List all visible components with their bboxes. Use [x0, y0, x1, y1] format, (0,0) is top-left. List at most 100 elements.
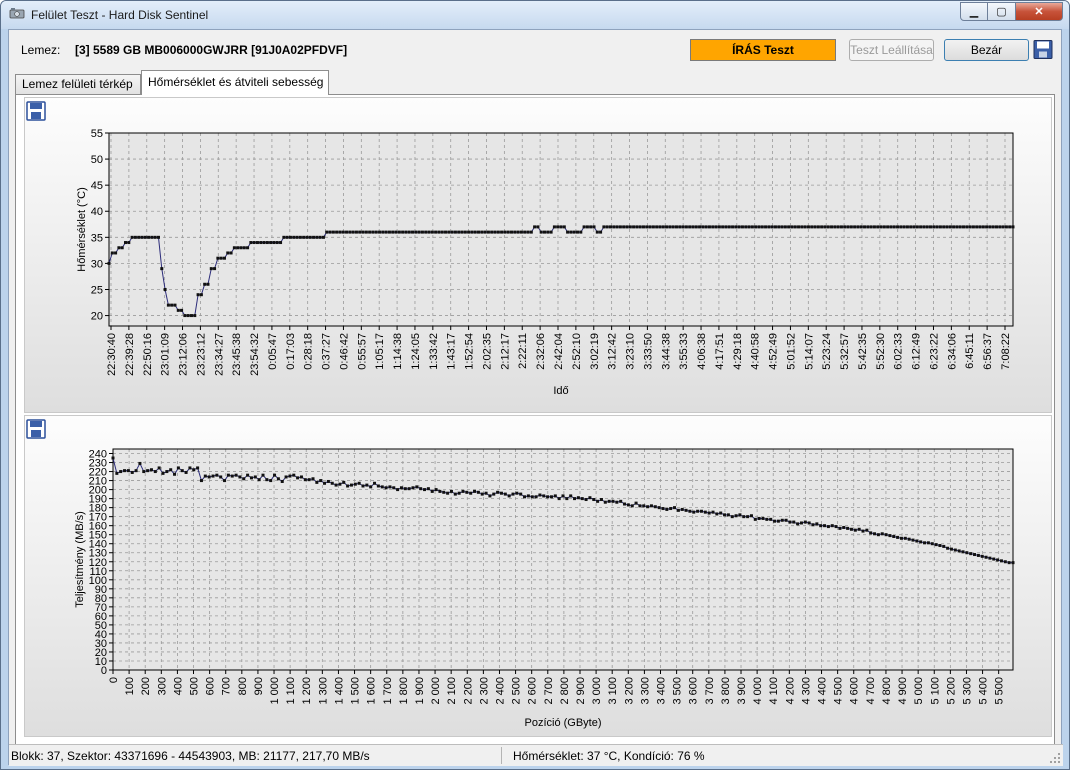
x-tick-label: 3 900 [736, 677, 748, 705]
tab-label: Hőmérséklet és átviteli sebesség [148, 75, 324, 89]
y-tick-label: 25 [91, 284, 103, 296]
y-tick-label: 20 [91, 311, 103, 323]
data-point [834, 525, 838, 529]
data-point [934, 543, 938, 547]
data-point [335, 230, 339, 234]
data-point [307, 478, 311, 482]
data-point [923, 541, 927, 545]
minimize-button[interactable]: ▁ [960, 2, 988, 21]
data-point [688, 225, 692, 229]
data-point [833, 225, 837, 229]
data-point [645, 225, 649, 229]
data-point [143, 235, 147, 239]
data-point [440, 230, 444, 234]
data-point [346, 484, 350, 488]
data-point [793, 225, 797, 229]
x-tick-label: 5 100 [929, 677, 941, 705]
floppy-disk-icon[interactable] [1033, 39, 1053, 60]
data-point [704, 225, 708, 229]
data-point [384, 486, 388, 490]
data-point [719, 511, 723, 515]
data-point [330, 481, 334, 485]
data-point [539, 230, 543, 234]
data-point [211, 474, 215, 478]
data-point [595, 230, 599, 234]
data-point [623, 502, 627, 506]
data-point [813, 225, 817, 229]
data-point [803, 225, 807, 229]
data-point [942, 225, 946, 229]
x-tick-label: 5:14:07 [803, 333, 815, 370]
title-bar[interactable]: Felület Teszt - Hard Disk Sentinel ▁ ▢ ✕ [1, 1, 1069, 29]
data-point [199, 479, 203, 483]
data-point [872, 225, 876, 229]
data-point [562, 225, 566, 229]
data-point [711, 225, 715, 229]
data-point [1007, 561, 1011, 565]
data-point [553, 494, 557, 498]
x-tick-label: 4 400 [817, 677, 829, 705]
status-temperature-condition: Hőmérséklet: 37 °C, Kondíció: 76 % [513, 749, 705, 763]
data-point [120, 246, 124, 250]
data-point [699, 509, 703, 513]
data-point [975, 225, 979, 229]
data-point [607, 499, 611, 503]
data-point [119, 470, 123, 474]
data-point [465, 490, 469, 494]
data-point [516, 230, 520, 234]
data-point [816, 225, 820, 229]
data-point [533, 225, 537, 229]
data-point [107, 261, 111, 265]
stop-test-button[interactable]: Teszt Leállítása [849, 39, 934, 61]
data-point [980, 554, 984, 558]
data-point [865, 528, 869, 532]
data-point [138, 461, 142, 465]
data-point [530, 495, 534, 499]
data-point [473, 230, 477, 234]
data-point [319, 479, 323, 483]
data-point [215, 473, 219, 477]
maximize-button[interactable]: ▢ [988, 2, 1016, 21]
data-point [843, 225, 847, 229]
data-point [823, 225, 827, 229]
data-point [869, 225, 873, 229]
data-point [326, 479, 330, 483]
data-point [186, 314, 190, 318]
data-point [806, 225, 810, 229]
window-close-button[interactable]: ✕ [1016, 2, 1063, 21]
plot-background [113, 449, 1013, 670]
close-button[interactable]: Bezár [944, 39, 1029, 61]
tab-temperature-speed[interactable]: Hőmérséklet és átviteli sebesség [141, 70, 329, 95]
data-point [767, 225, 771, 229]
data-point [884, 533, 888, 537]
data-point [1011, 225, 1015, 229]
data-point [592, 225, 596, 229]
client-area: Lemez: [3] 5589 GB MB006000GWJRR [91J0A0… [8, 29, 1063, 766]
x-tick-label: 2 600 [527, 677, 539, 705]
data-point [534, 495, 538, 499]
data-point [488, 494, 492, 498]
data-point [703, 510, 707, 514]
status-divider [501, 747, 502, 764]
data-point [576, 496, 580, 500]
data-point [678, 225, 682, 229]
data-point [373, 481, 377, 485]
data-point [612, 225, 616, 229]
resize-grip-icon[interactable] [1049, 752, 1061, 764]
data-point [572, 230, 576, 234]
data-point [648, 225, 652, 229]
data-point [569, 494, 573, 498]
data-point [420, 230, 424, 234]
data-point [226, 473, 230, 477]
tab-surface-map[interactable]: Lemez felületi térkép [15, 74, 141, 94]
data-point [909, 225, 913, 229]
data-point [949, 547, 953, 551]
data-point [506, 230, 510, 234]
data-point [536, 225, 540, 229]
data-point [511, 492, 515, 496]
data-point [673, 506, 677, 510]
data-point [401, 230, 405, 234]
x-tick-label: 4 300 [800, 677, 812, 705]
data-point [757, 516, 761, 520]
plot-background [109, 133, 1013, 326]
